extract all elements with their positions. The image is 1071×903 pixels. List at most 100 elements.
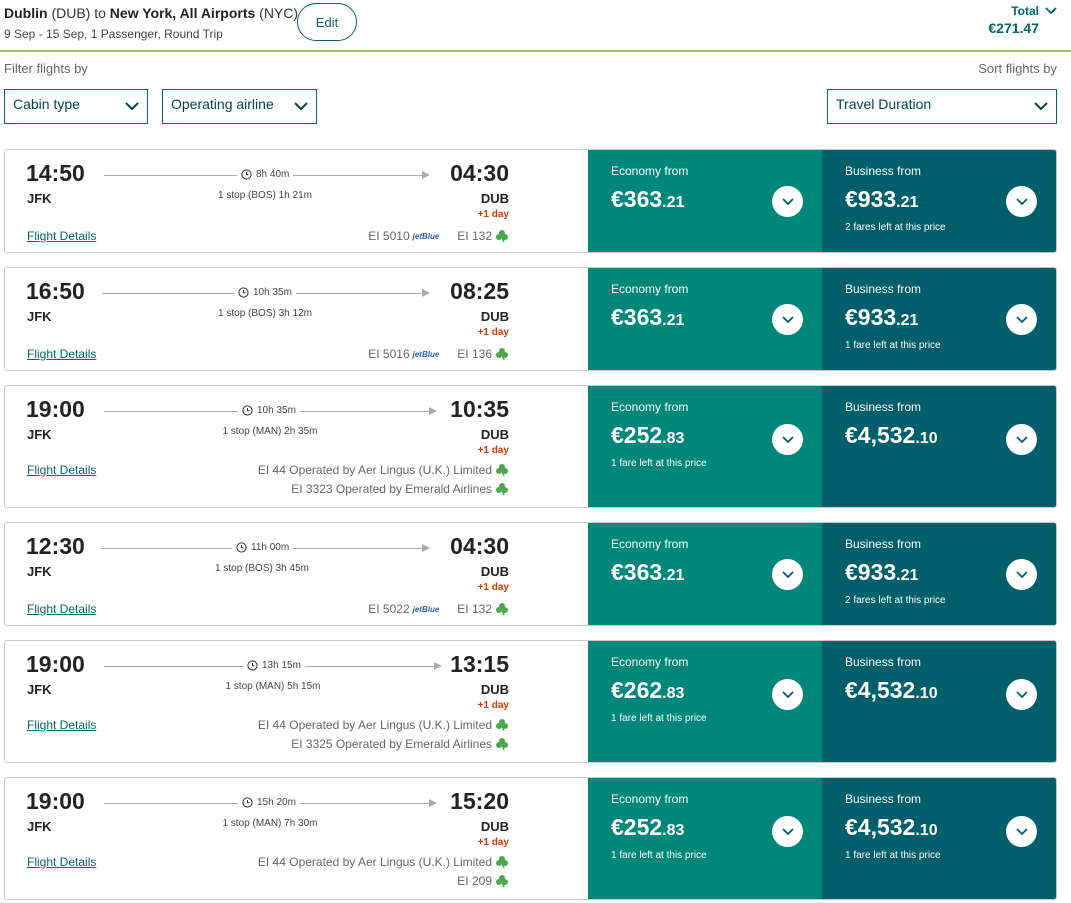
stops-info: 1 stop (MAN) 2h 35m <box>222 426 318 437</box>
departure-airport: JFK <box>27 564 52 579</box>
price-main: €933 <box>845 186 897 212</box>
expand-economy-button[interactable] <box>772 559 803 590</box>
business-fare[interactable]: Business from €4,532.10 <box>822 386 1056 507</box>
chevron-down-icon <box>1015 827 1028 835</box>
stops-info: 1 stop (BOS) 3h 45m <box>215 563 309 574</box>
shamrock-icon <box>496 875 508 888</box>
economy-fare[interactable]: Economy from €252.83 1 fare left at this… <box>588 386 822 507</box>
price-main: €363 <box>611 559 663 585</box>
business-price: €4,532.10 <box>845 677 938 704</box>
expand-business-button[interactable] <box>1006 816 1037 847</box>
plus-day-badge: +1 day <box>477 700 509 711</box>
economy-price: €363.21 <box>611 304 684 331</box>
fare-availability: 1 fare left at this price <box>611 850 707 861</box>
flight-details-link[interactable]: Flight Details <box>27 855 96 869</box>
clock-icon <box>242 797 253 808</box>
route-arrow-icon <box>422 289 430 297</box>
expand-business-button[interactable] <box>1006 559 1037 590</box>
departure-time: 16:50 <box>26 278 85 304</box>
operating-airline-dropdown[interactable]: Operating airline <box>162 89 317 124</box>
flight-number: EI 136 <box>457 347 492 361</box>
departure-airport: JFK <box>27 191 52 206</box>
economy-fare-label: Economy from <box>611 792 689 806</box>
price-main: €363 <box>611 186 663 212</box>
expand-economy-button[interactable] <box>772 816 803 847</box>
departure-time: 19:00 <box>26 396 85 422</box>
economy-fare[interactable]: Economy from €363.21 <box>588 268 822 370</box>
edit-button[interactable]: Edit <box>297 3 357 41</box>
flight-number: EI 5010 <box>368 229 410 243</box>
economy-fare[interactable]: Economy from €363.21 <box>588 523 822 625</box>
price-main: €252 <box>611 422 663 448</box>
chevron-down-icon <box>781 570 794 578</box>
chevron-down-icon <box>1034 102 1048 111</box>
fare-availability: 2 fares left at this price <box>845 222 946 233</box>
sort-dropdown[interactable]: Travel Duration <box>827 89 1057 124</box>
duration-text: 11h 00m <box>251 542 290 553</box>
shamrock-icon <box>496 738 508 751</box>
business-fare[interactable]: Business from €933.21 1 fare left at thi… <box>822 268 1056 370</box>
economy-fare[interactable]: Economy from €262.83 1 fare left at this… <box>588 641 822 762</box>
arrival-airport: DUB <box>480 427 509 442</box>
expand-business-button[interactable] <box>1006 679 1037 710</box>
price-cents: .10 <box>915 822 938 839</box>
operating-flights: EI 5010 jetBlue EI 132 <box>368 229 509 243</box>
cabin-type-dropdown[interactable]: Cabin type <box>4 89 148 124</box>
business-fare[interactable]: Business from €4,532.10 1 fare left at t… <box>822 778 1056 899</box>
operating-flights: EI 5016 jetBlue EI 136 <box>368 347 509 361</box>
price-main: €933 <box>845 559 897 585</box>
price-cents: .10 <box>915 430 938 447</box>
expand-economy-button[interactable] <box>772 679 803 710</box>
total-price-toggle[interactable]: Total €271.47 <box>988 4 1057 36</box>
flight-details-link[interactable]: Flight Details <box>27 718 96 732</box>
chevron-down-icon <box>1015 570 1028 578</box>
departure-time: 14:50 <box>26 160 85 186</box>
expand-economy-button[interactable] <box>772 424 803 455</box>
departure-airport: JFK <box>27 309 52 324</box>
price-main: €252 <box>611 814 663 840</box>
expand-economy-button[interactable] <box>772 186 803 217</box>
operating-flight-2: EI 209 <box>457 874 509 888</box>
economy-fare[interactable]: Economy from €252.83 1 fare left at this… <box>588 778 822 899</box>
flight-details-link[interactable]: Flight Details <box>27 229 96 243</box>
operating-flight-1: EI 44 Operated by Aer Lingus (U.K.) Limi… <box>258 463 509 477</box>
route-arrow-icon <box>429 799 437 807</box>
business-fare[interactable]: Business from €933.21 2 fares left at th… <box>822 523 1056 625</box>
business-fare[interactable]: Business from €4,532.10 <box>822 641 1056 762</box>
business-fare[interactable]: Business from €933.21 2 fares left at th… <box>822 150 1056 252</box>
chevron-down-icon <box>294 102 308 111</box>
sort-value: Travel Duration <box>836 95 932 112</box>
economy-price: €262.83 <box>611 677 684 704</box>
chevron-down-icon <box>1015 690 1028 698</box>
duration-text: 8h 40m <box>256 169 290 180</box>
jetblue-logo: jetBlue <box>412 231 440 241</box>
operating-airline-label: Operating airline <box>171 95 274 112</box>
expand-business-button[interactable] <box>1006 186 1037 217</box>
flight-details-link[interactable]: Flight Details <box>27 463 96 477</box>
business-price: €933.21 <box>845 559 918 586</box>
economy-fare-label: Economy from <box>611 655 689 669</box>
price-main: €4,532 <box>845 422 916 448</box>
chevron-down-icon <box>1015 435 1028 443</box>
price-cents: .83 <box>662 430 685 447</box>
chevron-down-icon <box>781 827 794 835</box>
expand-business-button[interactable] <box>1006 424 1037 455</box>
cabin-type-label: Cabin type <box>13 95 80 112</box>
flight-details-link[interactable]: Flight Details <box>27 347 96 361</box>
departure-time: 12:30 <box>26 533 85 559</box>
route-arrow-icon <box>429 407 437 415</box>
expand-business-button[interactable] <box>1006 304 1037 335</box>
business-fare-label: Business from <box>845 655 922 669</box>
flight-details-link[interactable]: Flight Details <box>27 602 96 616</box>
flight-duration: 10h 35m <box>238 405 300 416</box>
economy-price: €363.21 <box>611 559 684 586</box>
flight-itinerary: 16:50 JFK 10h 35m 1 stop (BOS) 3h 12m 08… <box>5 268 588 370</box>
departure-airport: JFK <box>27 682 52 697</box>
fare-availability: 2 fares left at this price <box>845 595 946 606</box>
flight-duration: 11h 00m <box>232 542 294 553</box>
price-cents: .21 <box>896 312 919 329</box>
expand-economy-button[interactable] <box>772 304 803 335</box>
arrival-time: 08:25 <box>450 278 509 304</box>
economy-fare[interactable]: Economy from €363.21 <box>588 150 822 252</box>
destination-code: (NYC) <box>259 5 299 21</box>
